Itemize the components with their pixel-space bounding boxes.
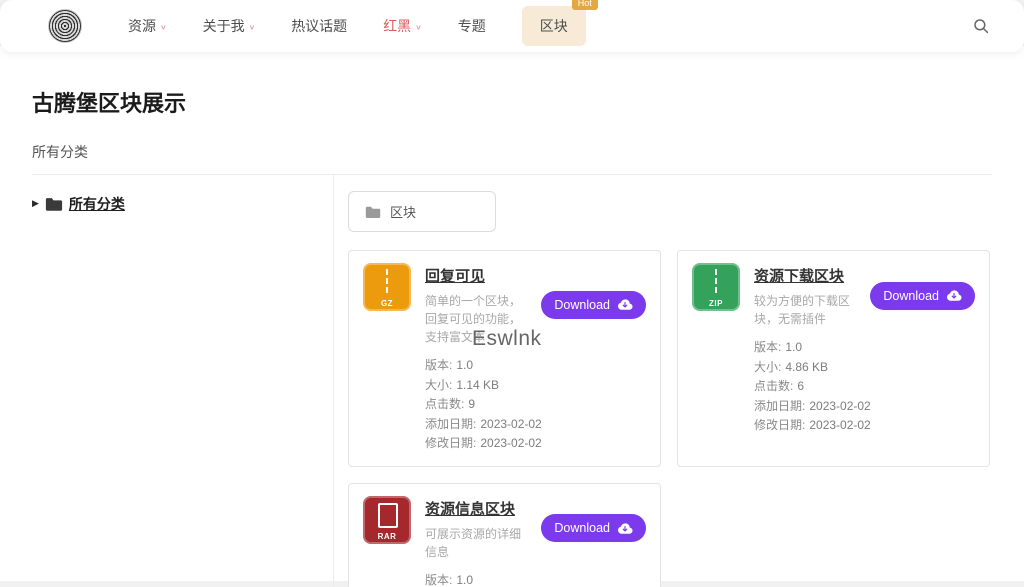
page-title: 古腾堡区块展示 xyxy=(32,86,992,118)
hot-badge: Hot xyxy=(572,0,598,10)
top-nav: 资源 ∨ 关于我 ∨ 热议话题 红黑 ∨ 专题 区块 Hot xyxy=(0,0,1024,52)
nav-item-about[interactable]: 关于我 ∨ xyxy=(203,16,256,36)
folder-icon xyxy=(45,196,63,212)
caret-right-icon: ▶ xyxy=(32,198,39,209)
zip-file-icon: ZIP xyxy=(692,263,740,311)
nav-label: 热议话题 xyxy=(291,16,347,36)
nav-item-topics[interactable]: 专题 xyxy=(458,16,486,36)
rar-file-icon: RAR xyxy=(363,496,411,544)
card-description: 较为方便的下载区块，无需插件 xyxy=(754,292,856,328)
card-description: 可展示资源的详细信息 xyxy=(425,525,527,561)
nav-label: 资源 xyxy=(128,16,156,36)
download-label: Download xyxy=(554,521,610,535)
chevron-down-icon: ∨ xyxy=(160,23,167,32)
tree-item-label: 所有分类 xyxy=(69,194,125,214)
card-title-link[interactable]: 资源下载区块 xyxy=(754,265,856,286)
cloud-download-icon xyxy=(946,289,962,302)
nav-item-resources[interactable]: 资源 ∨ xyxy=(128,16,167,36)
category-chip-blocks[interactable]: 区块 xyxy=(348,191,496,232)
category-sidebar: ▶ 所有分类 xyxy=(32,175,334,587)
nav-item-hot-topics[interactable]: 热议话题 xyxy=(291,16,347,36)
chevron-down-icon: ∨ xyxy=(249,23,256,32)
download-label: Download xyxy=(883,289,939,303)
nav-label: 关于我 xyxy=(203,16,245,36)
block-card: ZIP 资源下载区块 较为方便的下载区块，无需插件 Download 版本:1.… xyxy=(677,250,990,467)
block-card: RAR 资源信息区块 可展示资源的详细信息 Download 版本:1.0 xyxy=(348,483,661,587)
watermark: Eswlnk xyxy=(472,327,542,351)
block-card: GZ 回复可见 简单的一个区块，回复可见的功能，支持富文本 Download 版… xyxy=(348,250,661,467)
page-body: 古腾堡区块展示 所有分类 ▶ 所有分类 区块 xyxy=(0,46,1024,581)
cloud-download-icon xyxy=(617,522,633,535)
nav-label: 专题 xyxy=(458,16,486,36)
category-chip-label: 区块 xyxy=(390,202,416,221)
block-cards-grid: GZ 回复可见 简单的一个区块，回复可见的功能，支持富文本 Download 版… xyxy=(348,250,992,587)
file-ext-label: GZ xyxy=(381,299,393,308)
card-meta: 版本:1.0 大小:1.14 KB 点击数:9 添加日期:2023-02-02 … xyxy=(425,356,646,451)
card-title-link[interactable]: 资源信息区块 xyxy=(425,498,527,519)
file-ext-label: ZIP xyxy=(709,299,723,308)
folder-icon xyxy=(365,205,381,219)
site-logo[interactable] xyxy=(48,9,82,43)
nav-label: 红黑 xyxy=(383,16,411,36)
file-ext-label: RAR xyxy=(378,532,397,541)
chevron-down-icon: ∨ xyxy=(415,23,422,32)
card-meta: 版本:1.0 大小:1.31 KB 点击数:0 添加日期:2023-02-03 … xyxy=(425,571,646,587)
search-icon[interactable] xyxy=(966,11,996,41)
card-meta: 版本:1.0 大小:4.86 KB 点击数:6 添加日期:2023-02-02 … xyxy=(754,338,975,433)
card-title-link[interactable]: 回复可见 xyxy=(425,265,527,286)
gz-file-icon: GZ xyxy=(363,263,411,311)
blocks-content: 区块 GZ 回复可见 简单的一个区块，回复可见的功能，支持富文本 D xyxy=(334,175,992,587)
download-label: Download xyxy=(554,298,610,312)
tree-item-all-categories[interactable]: ▶ 所有分类 xyxy=(32,194,125,214)
download-button[interactable]: Download xyxy=(870,282,975,310)
download-button[interactable]: Download xyxy=(541,291,646,319)
nav-item-redblack[interactable]: 红黑 ∨ xyxy=(383,16,422,36)
cloud-download-icon xyxy=(617,298,633,311)
nav-label: 区块 xyxy=(540,16,568,36)
main-nav: 资源 ∨ 关于我 ∨ 热议话题 红黑 ∨ 专题 区块 Hot xyxy=(128,6,966,46)
nav-item-blocks[interactable]: 区块 Hot xyxy=(522,6,586,46)
download-button[interactable]: Download xyxy=(541,514,646,542)
category-subtitle: 所有分类 xyxy=(32,142,992,162)
